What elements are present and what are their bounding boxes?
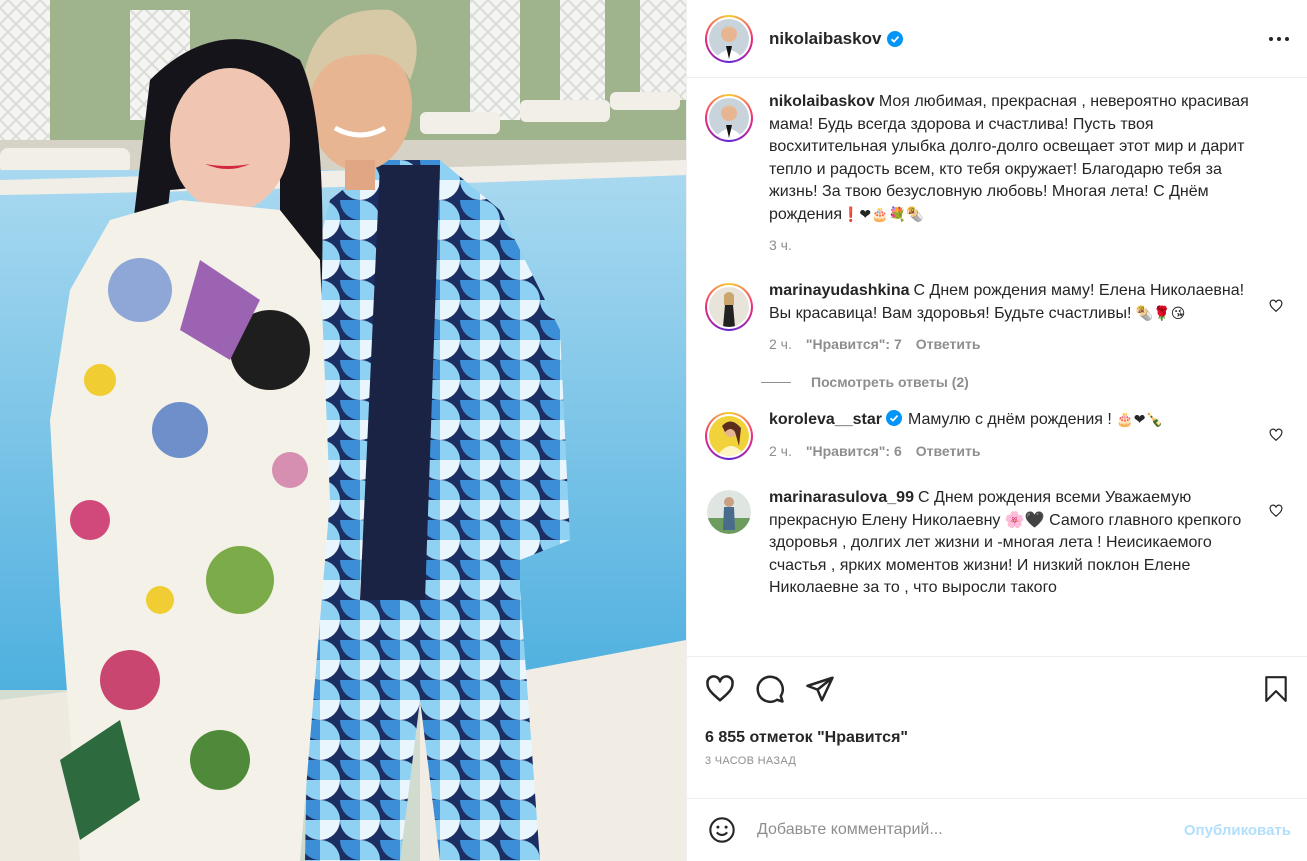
comment-like-heart-icon[interactable]	[1269, 299, 1283, 313]
comment-emoji: 🎂❤🍾	[1116, 412, 1163, 428]
comment-item: marinarasulova_99 С Днем рождения всеми У…	[705, 489, 1289, 600]
comment-likes[interactable]: "Нравится": 7	[806, 336, 902, 352]
emoji-icon[interactable]	[707, 815, 737, 845]
comment-like-heart-icon[interactable]	[1269, 428, 1283, 442]
comment-likes[interactable]: "Нравится": 6	[806, 443, 902, 459]
post-details-panel: nikolaibaskov nikolaibaskov Моя любимая, …	[686, 0, 1307, 861]
author-username[interactable]: nikolaibaskov	[769, 29, 881, 49]
caption-time[interactable]: 3 ч.	[769, 237, 792, 253]
caption-username[interactable]: nikolaibaskov	[769, 93, 875, 110]
view-replies-label: Посмотреть ответы (2)	[811, 374, 969, 390]
verified-icon	[885, 410, 902, 426]
share-icon[interactable]	[805, 674, 835, 704]
more-icon[interactable]	[1267, 27, 1291, 51]
commenter-username[interactable]: marinayudashkina	[769, 282, 910, 299]
commenter-username[interactable]: marinarasulova_99	[769, 489, 914, 506]
verified-icon	[887, 30, 904, 47]
comment-item: marinayudashkina С Днем рождения маму! Ел…	[705, 282, 1289, 352]
post-view: nikolaibaskov nikolaibaskov Моя любимая, …	[0, 0, 1307, 861]
post-actions: 6 855 отметок "Нравится" 3 ЧАСОВ НАЗАД	[687, 656, 1307, 798]
caption: nikolaibaskov Моя любимая, прекрасная , н…	[705, 93, 1289, 253]
comment-item: koroleva__star Мамулю с днём рождения ! 🎂…	[705, 410, 1289, 460]
comment-icon[interactable]	[755, 674, 785, 704]
commenter-avatar[interactable]	[707, 490, 751, 534]
heart-icon[interactable]	[705, 674, 735, 704]
likes-count[interactable]: 6 855 отметок "Нравится"	[705, 729, 1291, 747]
replies-divider	[761, 381, 791, 383]
comment-like-heart-icon[interactable]	[1269, 504, 1283, 518]
publish-button[interactable]: Опубликовать	[1184, 822, 1291, 839]
caption-emoji: ❗❤🎂💐🌯	[842, 206, 924, 223]
post-time-ago[interactable]: 3 ЧАСОВ НАЗАД	[705, 755, 1291, 767]
comment-time[interactable]: 2 ч.	[769, 336, 792, 352]
reply-button[interactable]: Ответить	[916, 336, 981, 352]
comment-text: Мамулю с днём рождения !	[907, 411, 1112, 428]
comment-emoji: 🌯🌹😘	[1135, 305, 1186, 322]
comment-input[interactable]	[757, 821, 1184, 839]
caption-text: Моя любимая, прекрасная , невероятно кра…	[769, 93, 1249, 223]
caption-avatar[interactable]	[705, 94, 753, 142]
commenter-username[interactable]: koroleva__star	[769, 411, 882, 428]
bookmark-icon[interactable]	[1261, 674, 1291, 704]
author-avatar[interactable]	[705, 14, 753, 63]
post-photo[interactable]	[0, 0, 686, 861]
view-replies-button[interactable]: Посмотреть ответы (2)	[761, 374, 1289, 390]
post-header: nikolaibaskov	[687, 0, 1307, 78]
reply-button[interactable]: Ответить	[916, 443, 981, 459]
commenter-avatar[interactable]	[705, 412, 753, 460]
add-comment-bar: Опубликовать	[687, 798, 1307, 861]
comment-time[interactable]: 2 ч.	[769, 443, 792, 459]
commenter-avatar[interactable]	[705, 283, 753, 331]
comments-list[interactable]: nikolaibaskov Моя любимая, прекрасная , н…	[687, 78, 1307, 656]
action-icons	[705, 671, 1291, 707]
